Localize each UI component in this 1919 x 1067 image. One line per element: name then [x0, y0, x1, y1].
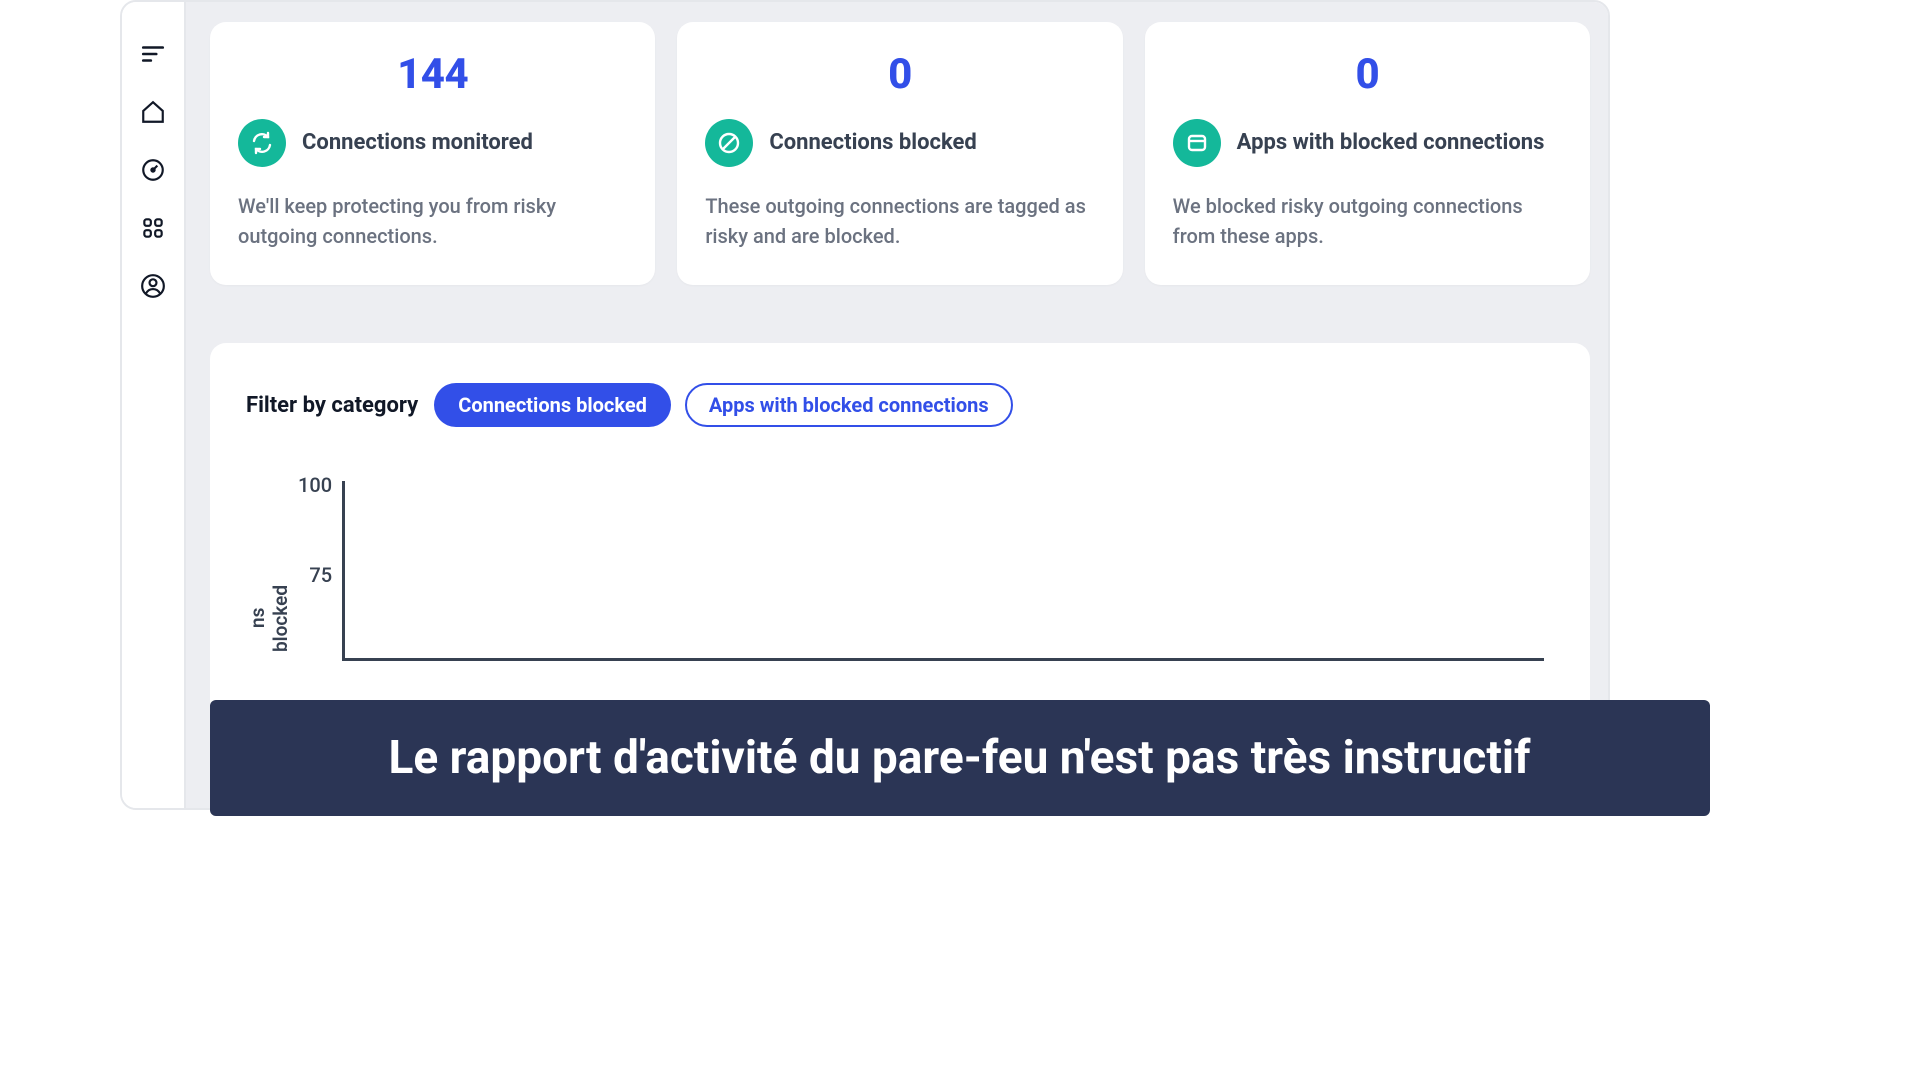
apps-icon[interactable]: [139, 214, 167, 242]
card-connections-blocked: 0 Connections blocked These outgoing con…: [677, 22, 1122, 285]
filter-label: Filter by category: [246, 393, 418, 418]
sync-icon: [238, 119, 286, 167]
app-window: 144 Connections monitored We'll keep pro…: [120, 0, 1610, 810]
chart-area: ns blocked 100 75: [246, 475, 1554, 661]
block-icon: [705, 119, 753, 167]
y-axis-label: ns blocked: [246, 575, 292, 661]
plot-area: [342, 481, 1544, 661]
filter-connections-blocked[interactable]: Connections blocked: [434, 383, 671, 427]
caption-bar: Le rapport d'activité du pare-feu n'est …: [210, 700, 1710, 816]
card-desc: We'll keep protecting you from risky out…: [238, 191, 627, 251]
card-value: 144: [238, 50, 627, 99]
card-apps-blocked: 0 Apps with blocked connections We block…: [1145, 22, 1590, 285]
sidebar: [122, 2, 186, 808]
home-icon[interactable]: [139, 98, 167, 126]
app-icon: [1173, 119, 1221, 167]
card-title: Apps with blocked connections: [1237, 129, 1545, 157]
filter-row: Filter by category Connections blocked A…: [246, 383, 1554, 427]
menu-icon[interactable]: [139, 40, 167, 68]
card-value: 0: [1173, 50, 1562, 99]
ytick: 75: [309, 565, 332, 655]
stats-cards: 144 Connections monitored We'll keep pro…: [210, 22, 1590, 285]
gauge-icon[interactable]: [139, 156, 167, 184]
card-value: 0: [705, 50, 1094, 99]
ytick: 100: [298, 475, 332, 565]
card-desc: We blocked risky outgoing connections fr…: [1173, 191, 1562, 251]
y-axis-ticks: 100 75: [298, 475, 342, 655]
card-title: Connections blocked: [769, 129, 977, 157]
card-title: Connections monitored: [302, 129, 533, 157]
user-icon[interactable]: [139, 272, 167, 300]
filter-apps-blocked[interactable]: Apps with blocked connections: [685, 383, 1013, 427]
card-connections-monitored: 144 Connections monitored We'll keep pro…: [210, 22, 655, 285]
caption-text: Le rapport d'activité du pare-feu n'est …: [388, 731, 1530, 785]
card-desc: These outgoing connections are tagged as…: [705, 191, 1094, 251]
main-content: 144 Connections monitored We'll keep pro…: [186, 2, 1608, 808]
